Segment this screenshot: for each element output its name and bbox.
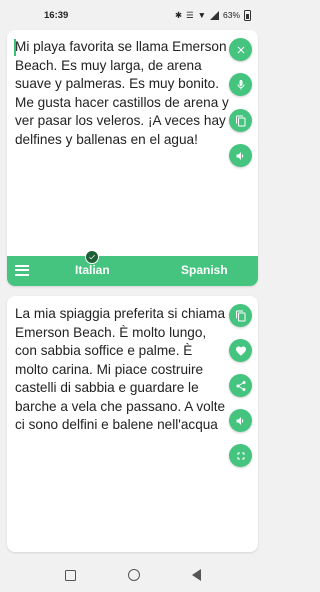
speak-source-button[interactable] — [229, 144, 252, 167]
home-icon[interactable] — [127, 569, 140, 581]
source-card: Mi playa favorita se llama Emerson Beach… — [7, 30, 258, 286]
target-language-button[interactable]: Spanish — [181, 263, 228, 277]
clear-button[interactable] — [229, 38, 252, 61]
copy-translation-button[interactable] — [229, 304, 252, 327]
battery-percent: 63% — [222, 10, 240, 20]
copy-icon — [235, 310, 245, 321]
microphone-icon — [237, 79, 244, 89]
vibrate-icon: ☰ — [185, 9, 194, 20]
back-icon[interactable] — [191, 569, 201, 581]
copy-icon — [235, 115, 245, 126]
source-text-input[interactable]: Mi playa favorita se llama Emerson Beach… — [15, 38, 229, 149]
speak-translation-button[interactable] — [229, 409, 252, 432]
share-icon — [235, 380, 245, 391]
bluetooth-icon: ✱ — [174, 9, 182, 20]
speaker-icon — [236, 151, 243, 160]
status-icons: ✱ ☰ ▼ 63% — [174, 9, 251, 21]
wifi-icon: ▼ — [197, 10, 206, 20]
copy-source-button[interactable] — [229, 109, 252, 132]
clear-icon — [237, 46, 244, 53]
navigation-bar — [0, 558, 265, 592]
heart-icon — [235, 346, 246, 356]
fullscreen-icon — [237, 452, 244, 459]
menu-icon[interactable] — [15, 265, 29, 276]
share-button[interactable] — [229, 374, 252, 397]
battery-icon — [244, 9, 251, 21]
check-icon — [85, 250, 99, 264]
microphone-button[interactable] — [229, 73, 252, 96]
language-bar: Italian Spanish — [7, 256, 258, 286]
favorite-button[interactable] — [229, 339, 252, 362]
speaker-icon — [236, 416, 243, 425]
signal-icon — [209, 10, 219, 20]
status-bar: 16:39 ✱ ☰ ▼ 63% — [0, 0, 265, 30]
translation-card: La mia spiaggia preferita si chiama Emer… — [7, 296, 258, 552]
source-language-button[interactable]: Italian — [75, 263, 110, 277]
fullscreen-button[interactable] — [229, 444, 252, 467]
recent-apps-icon[interactable] — [64, 569, 76, 581]
translation-text: La mia spiaggia preferita si chiama Emer… — [15, 306, 226, 432]
status-time: 16:39 — [44, 9, 69, 21]
